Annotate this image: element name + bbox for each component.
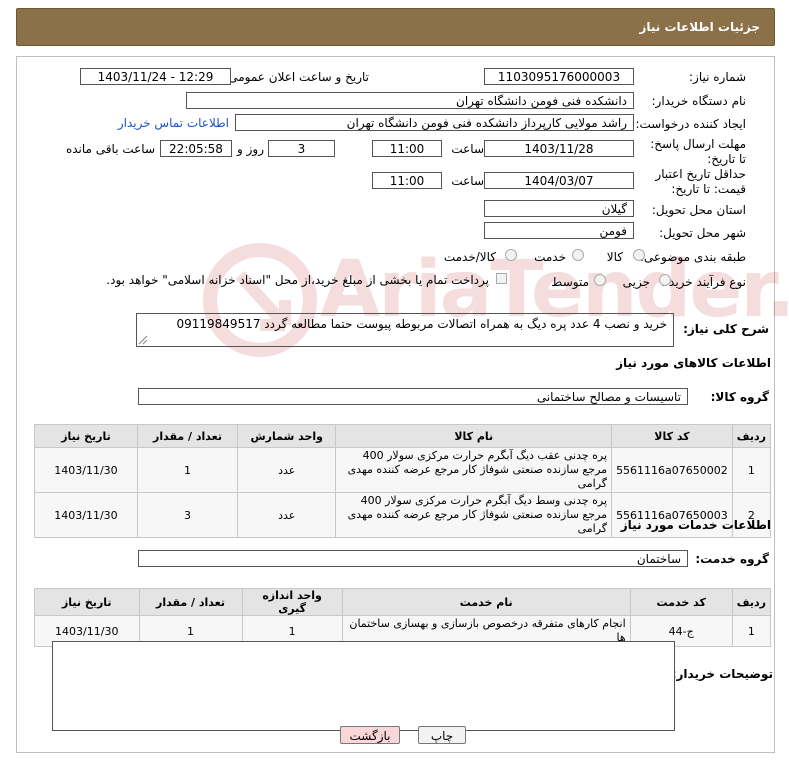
description-label: شرح کلی نیاز: — [683, 322, 769, 336]
goods-section-title: اطلاعات کالاهای مورد نیاز — [616, 356, 771, 370]
cell-row: 1 — [731, 615, 772, 647]
services-group-label: گروه خدمت: — [695, 552, 769, 566]
col-unit: واحد اندازه گیری — [241, 588, 343, 616]
col-date: تاریخ نیاز — [34, 588, 140, 616]
buyer-org-field: دانشکده فنی فومن دانشگاه تهران — [186, 92, 634, 109]
goods-group-field: تاسیسات و مصالح ساختمانی — [138, 388, 688, 405]
process-label: نوع فرآیند خرید : — [661, 275, 746, 289]
col-row: ردیف — [731, 424, 772, 448]
back-button[interactable]: بازگشت — [340, 726, 400, 744]
deadline-label: مهلت ارسال پاسخ: تا تاریخ: — [650, 137, 746, 166]
print-button[interactable]: چاپ — [418, 726, 466, 744]
col-name: نام خدمت — [341, 588, 631, 616]
col-code: کد خدمت — [629, 588, 733, 616]
page-title: جزئیات اطلاعات نیاز — [639, 20, 760, 34]
deadline-date-field: 1403/11/28 — [484, 140, 634, 157]
requester-label: ایجاد کننده درخواست: — [635, 117, 746, 131]
category-option-goods: کالا — [606, 250, 623, 264]
category-radio-goods-service[interactable] — [505, 249, 517, 261]
need-number-field: 1103095176000003 — [484, 68, 634, 85]
city-label: شهر محل تحویل: — [659, 226, 746, 240]
description-field: خرید و نصب 4 عدد پره دیگ به همراه اتصالا… — [136, 313, 674, 347]
buyer-notes-label: توضیحات خریدار: — [671, 667, 773, 681]
process-radio-medium[interactable] — [594, 274, 606, 286]
treasury-payment-checkbox[interactable] — [496, 273, 507, 284]
buyer-notes-field[interactable] — [52, 641, 675, 731]
cell-qty: 3 — [136, 492, 239, 538]
city-field: فومن — [484, 222, 634, 239]
announce-field: 1403/11/24 - 12:29 — [80, 68, 231, 85]
table-row: 1 5561116a07650002 پره چدنی عقب دیگ آبگر… — [34, 447, 772, 493]
cell-date: 1403/11/30 — [34, 492, 138, 538]
services-table: ردیف کد خدمت نام خدمت واحد اندازه گیری ت… — [34, 588, 772, 647]
resize-handle-icon[interactable] — [138, 335, 148, 345]
page-header: جزئیات اطلاعات نیاز — [16, 8, 775, 46]
goods-table-header: ردیف کد کالا نام کالا واحد شمارش تعداد /… — [34, 424, 772, 448]
need-number-label: شماره نیاز: — [689, 70, 746, 84]
days-label: روز و — [237, 142, 264, 156]
province-label: استان محل تحویل: — [651, 203, 746, 217]
contact-buyer-link[interactable]: اطلاعات تماس خریدار — [118, 116, 229, 130]
days-field: 3 — [268, 140, 335, 157]
requester-field: راشد مولایی کارپرداز دانشکده فنی فومن دا… — [235, 114, 634, 131]
process-option-medium: متوسط — [551, 275, 589, 289]
remaining-label: ساعت باقی مانده — [65, 142, 155, 156]
category-label: طبقه بندی موضوعی: — [639, 250, 746, 264]
goods-group-label: گروه کالا: — [710, 390, 769, 404]
remaining-time-field: 22:05:58 — [160, 140, 232, 157]
cell-qty: 1 — [136, 447, 239, 493]
category-radio-service[interactable] — [572, 249, 584, 261]
col-name: نام کالا — [335, 424, 613, 448]
process-option-minor: جزیی — [622, 275, 650, 289]
validity-label: حداقل تاریخ اعتبار قیمت: تا تاریخ: — [655, 167, 746, 196]
col-row: ردیف — [731, 588, 772, 616]
cell-name: پره چدنی عقب دیگ آبگرم حرارت مرکزی سولار… — [335, 447, 613, 493]
cell-name: پره چدنی وسط دیگ آبگرم حرارت مرکزی سولار… — [335, 492, 613, 538]
cell-date: 1403/11/30 — [34, 447, 138, 493]
treasury-payment-note: پرداخت تمام یا بخشی از مبلغ خرید،از محل … — [106, 273, 489, 287]
col-code: کد کالا — [611, 424, 733, 448]
cell-unit: عدد — [236, 447, 337, 493]
services-section-title: اطلاعات خدمات مورد نیاز — [620, 518, 771, 532]
buyer-org-label: نام دستگاه خریدار: — [651, 94, 747, 108]
col-unit: واحد شمارش — [236, 424, 337, 448]
cell-row: 1 — [731, 447, 772, 493]
col-qty: تعداد / مقدار — [138, 588, 243, 616]
services-group-field: ساختمان — [138, 550, 688, 567]
category-option-service: خدمت — [534, 250, 566, 264]
process-radio-minor[interactable] — [659, 274, 671, 286]
col-date: تاریخ نیاز — [34, 424, 138, 448]
province-field: گیلان — [484, 200, 634, 217]
announce-label: تاریخ و ساعت اعلان عمومی: — [224, 70, 369, 84]
services-table-header: ردیف کد خدمت نام خدمت واحد اندازه گیری ت… — [34, 588, 772, 616]
col-qty: تعداد / مقدار — [136, 424, 239, 448]
deadline-time-label: ساعت — [451, 142, 484, 156]
cell-code: 5561116a07650002 — [611, 447, 733, 493]
validity-time-field: 11:00 — [372, 172, 442, 189]
validity-date-field: 1404/03/07 — [484, 172, 634, 189]
category-option-goods-service: کالا/خدمت — [443, 250, 496, 264]
deadline-time-field: 11:00 — [372, 140, 442, 157]
validity-time-label: ساعت — [451, 174, 484, 188]
category-radio-goods[interactable] — [633, 249, 645, 261]
cell-unit: عدد — [236, 492, 337, 538]
